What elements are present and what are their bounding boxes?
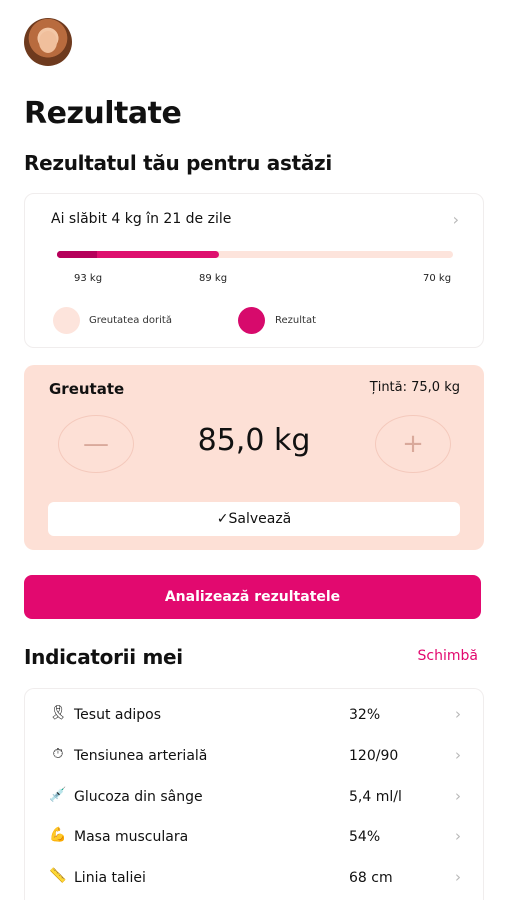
indicator-row-blood-glucose[interactable]: 💉 Glucoza din sânge 5,4 ml/l › (25, 775, 485, 815)
analyze-results-button[interactable]: Analizează rezultatele (24, 575, 481, 619)
syringe-icon: 💉 (49, 787, 67, 803)
progress-track (57, 251, 453, 258)
indicator-label: Tensiunea arterială (74, 748, 208, 764)
indicator-value: 32% (349, 707, 381, 723)
chevron-right-icon: › (455, 868, 461, 886)
indicator-row-blood-pressure[interactable]: ⏱ Tensiunea arterială 120/90 › (25, 734, 485, 774)
indicator-label: Linia taliei (74, 870, 146, 886)
indicator-row-muscle-mass[interactable]: 💪 Masa musculara 54% › (25, 815, 485, 855)
legend-desired-dot (53, 307, 80, 334)
legend-result-label: Rezultat (275, 315, 316, 326)
weight-card: Greutate Țintă: 75,0 kg — 85,0 kg + ✓Sal… (24, 365, 484, 550)
chevron-right-icon: › (455, 787, 461, 805)
tick-current: 89 kg (199, 273, 228, 284)
indicator-label: Glucoza din sânge (74, 789, 203, 805)
progress-start-segment (57, 251, 97, 258)
target-label: Țintă: 75,0 kg (369, 380, 460, 395)
gauge-icon: ⏱ (52, 746, 64, 762)
indicator-label: Tesut adipos (74, 707, 161, 723)
chevron-right-icon[interactable]: › (453, 210, 459, 229)
progress-card[interactable]: Ai slăbit 4 kg în 21 de zile › 93 kg 89 … (24, 193, 484, 348)
save-label: Salvează (228, 511, 292, 527)
indicators-list: 🎗 Tesut adipos 32% › ⏱ Tensiunea arteria… (24, 688, 484, 900)
tick-start: 93 kg (74, 273, 103, 284)
increase-weight-button[interactable]: + (375, 415, 451, 473)
tick-target: 70 kg (423, 273, 452, 284)
indicator-value: 5,4 ml/l (349, 789, 402, 805)
chevron-right-icon: › (455, 705, 461, 723)
biceps-icon: 💪 (49, 827, 67, 843)
check-icon: ✓ (216, 511, 229, 527)
chevron-right-icon: › (455, 746, 461, 764)
indicator-row-waist[interactable]: 📏 Linia taliei 68 cm › (25, 856, 485, 896)
indicator-row-body-fat[interactable]: 🎗 Tesut adipos 32% › (25, 693, 485, 733)
ruler-icon: 📏 (49, 868, 67, 884)
avatar[interactable] (24, 18, 72, 66)
ribbon-icon: 🎗 (49, 705, 67, 721)
change-indicators-link[interactable]: Schimbă (418, 648, 478, 664)
progress-headline: Ai slăbit 4 kg în 21 de zile (51, 211, 232, 227)
indicators-title: Indicatorii mei (24, 645, 183, 669)
avatar-face (39, 31, 57, 53)
indicator-value: 68 cm (349, 870, 393, 886)
page-title: Rezultate (24, 96, 182, 131)
save-button[interactable]: ✓Salvează (48, 502, 460, 536)
indicator-label: Masa musculara (74, 829, 189, 845)
legend-result-dot (238, 307, 265, 334)
indicator-value: 54% (349, 829, 381, 845)
legend-desired-label: Greutatea dorită (89, 315, 172, 326)
indicator-value: 120/90 (349, 748, 399, 764)
weight-label: Greutate (49, 380, 125, 398)
section-title: Rezultatul tău pentru astăzi (24, 151, 332, 175)
chevron-right-icon: › (455, 827, 461, 845)
